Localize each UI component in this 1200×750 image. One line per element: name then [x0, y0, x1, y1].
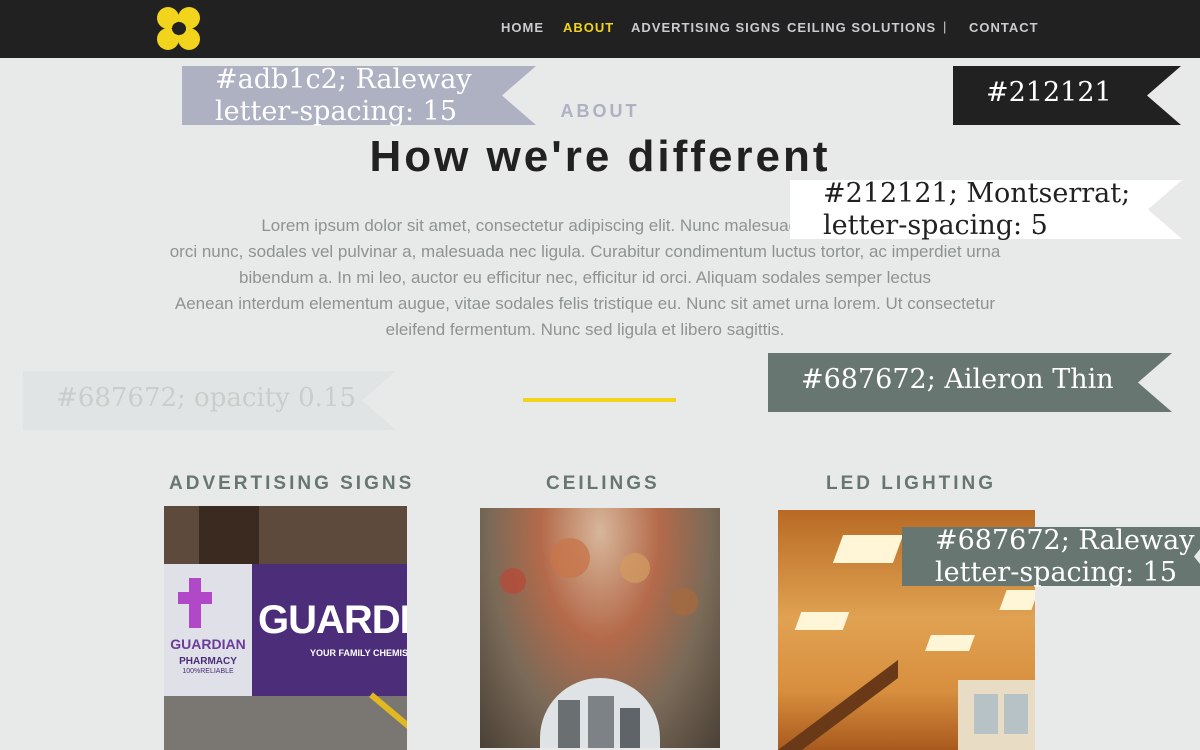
sign-brand: GUARDIAN — [258, 598, 407, 642]
nav-home[interactable]: HOME — [501, 20, 544, 35]
lead-line: Aenean interdum elementum augue, vitae s… — [174, 294, 996, 313]
sign-small-brand: GUARDIAN — [170, 636, 246, 652]
nav-advertising-signs[interactable]: ADVERTISING SIGNS — [631, 20, 781, 35]
lead-line: bibendum a. In mi leo, auctor eu efficit… — [239, 268, 931, 287]
ceilings-image[interactable] — [480, 508, 720, 748]
sign-small-sub2: 100%RELIABLE — [182, 668, 234, 675]
annotation-text: letter-spacing: 5 — [823, 210, 1048, 241]
annotation-text: letter-spacing: 15 — [935, 557, 1178, 588]
annotation-text: #687672; Raleway — [935, 525, 1195, 556]
nav-contact[interactable]: CONTACT — [969, 20, 1039, 35]
annotation-text: #adb1c2; Raleway — [215, 64, 472, 95]
cross-icon — [178, 578, 212, 628]
nav-separator: | — [943, 19, 947, 34]
lead-line: eleifend fermentum. Nunc sed ligula et l… — [385, 320, 785, 339]
annotation-text: letter-spacing: 15 — [215, 96, 458, 127]
nav-ceiling-solutions[interactable]: CEILING SOLUTIONS — [787, 20, 936, 35]
sign-tagline: YOUR FAMILY CHEMIST — [310, 648, 407, 658]
advertising-signs-image[interactable]: GUARDIAN PHARMACY 100%RELIABLE GUARDIAN … — [164, 506, 407, 750]
sign-small-sub: PHARMACY — [179, 656, 237, 667]
annotation-flag: #adb1c2; Raleway letter-spacing: 15 — [182, 64, 536, 127]
annotation-flag: #687672; opacity 0.15 — [23, 371, 396, 430]
annotation-text: #687672; Aileron Thin — [801, 364, 1114, 395]
annotation-flag: #212121; Montserrat; letter-spacing: 5 — [790, 178, 1182, 241]
nav-about[interactable]: ABOUT — [563, 20, 614, 35]
page-title: How we're different — [369, 132, 831, 181]
top-navbar: HOME ABOUT ADVERTISING SIGNS CEILING SOL… — [0, 0, 1200, 58]
annotation-text: #212121 — [986, 77, 1112, 108]
lead-line: orci nunc, sodales vel pulvinar a, males… — [169, 242, 1001, 261]
logo[interactable] — [157, 7, 201, 50]
annotation-flag: #687672; Aileron Thin — [768, 353, 1172, 412]
service-title-advertising: ADVERTISING SIGNS — [169, 473, 415, 494]
service-title-ceilings: CEILINGS — [546, 473, 660, 494]
annotation-flag: #687672; Raleway letter-spacing: 15 — [902, 525, 1200, 588]
accent-divider — [523, 398, 676, 402]
annotation-text: #212121; Montserrat; — [823, 178, 1131, 209]
service-title-led: LED LIGHTING — [826, 473, 997, 494]
annotation-text: #687672; opacity 0.15 — [56, 383, 357, 413]
annotation-flag: #212121 — [953, 66, 1181, 125]
